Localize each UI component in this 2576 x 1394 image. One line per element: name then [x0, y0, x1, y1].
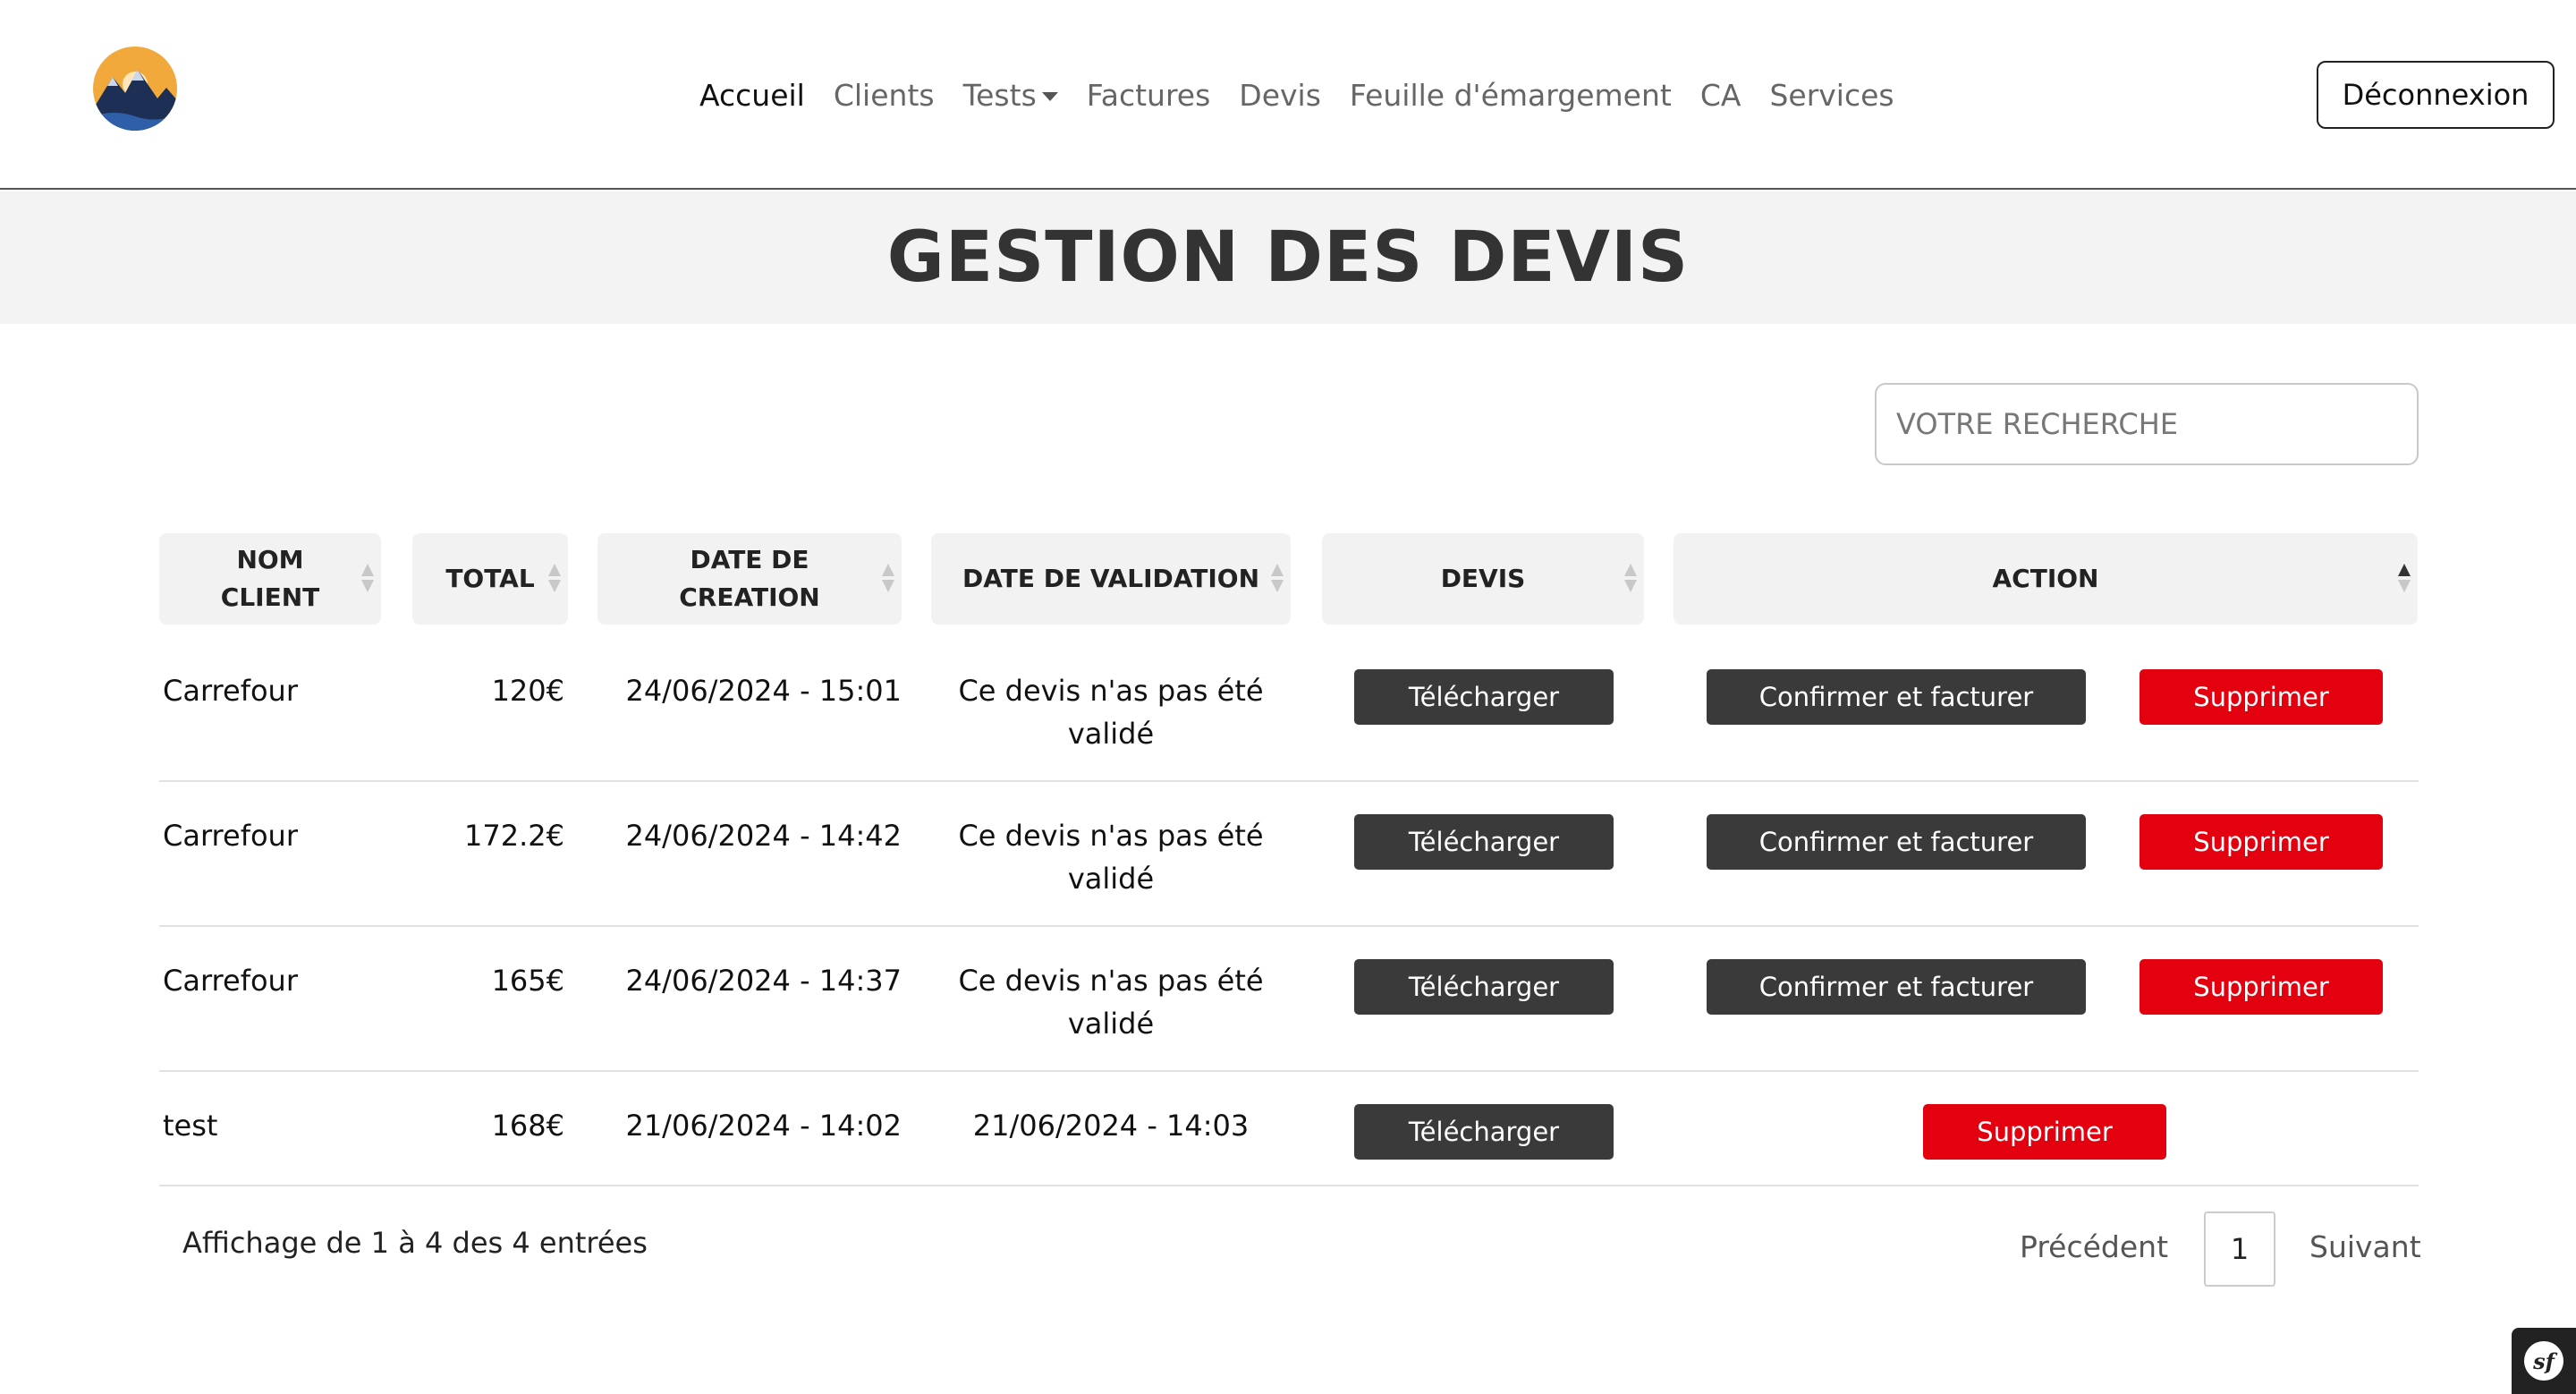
- caret-down-icon: [1041, 92, 1058, 101]
- title-band: GESTION DES DEVIS: [0, 191, 2576, 324]
- nav-link-feuille-emargement[interactable]: Feuille d'émargement: [1350, 78, 1672, 113]
- delete-button[interactable]: Supprimer: [1923, 1104, 2166, 1160]
- confirm-invoice-button[interactable]: Confirmer et facturer: [1707, 814, 2086, 870]
- pagination-next[interactable]: Suivant: [2309, 1229, 2421, 1264]
- table-info: Affichage de 1 à 4 des 4 entrées: [182, 1226, 648, 1260]
- header-label: DATE DE CREATION: [679, 545, 820, 612]
- mountain-logo[interactable]: [93, 47, 177, 131]
- sort-arrows-icon: [2398, 564, 2411, 594]
- confirm-invoice-button[interactable]: Confirmer et facturer: [1707, 669, 2086, 725]
- cell-total: 165€: [491, 964, 564, 998]
- table-row: test 168€ 21/06/2024 - 14:02 21/06/2024 …: [159, 1072, 2419, 1186]
- pagination-previous[interactable]: Précédent: [2020, 1229, 2168, 1264]
- cell-validation: Ce devis n'as pas été validé: [958, 674, 1264, 751]
- header-label: DEVIS: [1440, 564, 1526, 593]
- header-total[interactable]: TOTAL: [412, 533, 568, 625]
- confirm-invoice-button[interactable]: Confirmer et facturer: [1707, 959, 2086, 1015]
- delete-button[interactable]: Supprimer: [2140, 814, 2383, 870]
- delete-button[interactable]: Supprimer: [2140, 669, 2383, 725]
- sort-arrows-icon: [1624, 564, 1637, 594]
- table-row: Carrefour 165€ 24/06/2024 - 14:37 Ce dev…: [159, 927, 2419, 1072]
- page-title: GESTION DES DEVIS: [886, 217, 1690, 298]
- download-button[interactable]: Télécharger: [1354, 814, 1614, 870]
- download-button[interactable]: Télécharger: [1354, 959, 1614, 1015]
- nav-link-devis[interactable]: Devis: [1239, 78, 1321, 113]
- logout-button[interactable]: Déconnexion: [2317, 61, 2555, 129]
- symfony-icon: sf: [2524, 1341, 2563, 1381]
- delete-button[interactable]: Supprimer: [2140, 959, 2383, 1015]
- nav-link-clients[interactable]: Clients: [834, 78, 935, 113]
- cell-validation: Ce devis n'as pas été validé: [958, 819, 1264, 896]
- cell-total: 120€: [491, 674, 564, 708]
- cell-client: Carrefour: [163, 964, 298, 998]
- cell-created: 21/06/2024 - 14:02: [625, 1109, 902, 1143]
- nav-link-accueil[interactable]: Accueil: [699, 78, 805, 113]
- table-row: Carrefour 172.2€ 24/06/2024 - 14:42 Ce d…: [159, 782, 2419, 927]
- cell-client: Carrefour: [163, 819, 298, 853]
- download-button[interactable]: Télécharger: [1354, 669, 1614, 725]
- header-devis[interactable]: DEVIS: [1322, 533, 1644, 625]
- header-date-validation[interactable]: DATE DE VALIDATION: [931, 533, 1291, 625]
- cell-client: Carrefour: [163, 674, 298, 708]
- nav-link-tests[interactable]: Tests: [963, 78, 1058, 113]
- cell-validation: Ce devis n'as pas été validé: [958, 964, 1264, 1041]
- sort-arrows-icon: [882, 564, 894, 594]
- cell-validation: 21/06/2024 - 14:03: [972, 1109, 1250, 1143]
- header-label: TOTAL: [445, 564, 535, 593]
- table-row: Carrefour 120€ 24/06/2024 - 15:01 Ce dev…: [159, 646, 2419, 782]
- nav-link-ca[interactable]: CA: [1700, 78, 1741, 113]
- sort-arrows-icon: [361, 564, 374, 594]
- header-nom-client[interactable]: NOM CLIENT: [159, 533, 381, 625]
- cell-total: 172.2€: [464, 819, 564, 853]
- pagination-page[interactable]: 1: [2204, 1211, 2275, 1287]
- navbar: Accueil Clients Tests Factures Devis Feu…: [0, 0, 2576, 190]
- nav-link-tests-label: Tests: [962, 77, 1037, 113]
- header-label: DATE DE VALIDATION: [962, 564, 1260, 593]
- cell-created: 24/06/2024 - 14:37: [625, 964, 902, 998]
- header-label: ACTION: [1992, 564, 2099, 593]
- cell-total: 168€: [491, 1109, 564, 1143]
- header-label: NOM CLIENT: [220, 545, 320, 612]
- symfony-toolbar-button[interactable]: sf: [2512, 1328, 2576, 1394]
- mountain-sunset-icon: [93, 47, 177, 131]
- header-action[interactable]: ACTION: [1674, 533, 2418, 625]
- header-date-creation[interactable]: DATE DE CREATION: [597, 533, 902, 625]
- sort-arrows-icon: [1271, 564, 1284, 594]
- cell-client: test: [163, 1109, 218, 1143]
- search-input[interactable]: [1875, 383, 2419, 465]
- sort-arrows-icon: [548, 564, 561, 594]
- cell-created: 24/06/2024 - 14:42: [625, 819, 902, 853]
- nav-link-services[interactable]: Services: [1769, 78, 1894, 113]
- nav-link-factures[interactable]: Factures: [1087, 78, 1211, 113]
- cell-created: 24/06/2024 - 15:01: [625, 674, 902, 708]
- main-nav: Accueil Clients Tests Factures Devis Feu…: [699, 68, 1923, 122]
- download-button[interactable]: Télécharger: [1354, 1104, 1614, 1160]
